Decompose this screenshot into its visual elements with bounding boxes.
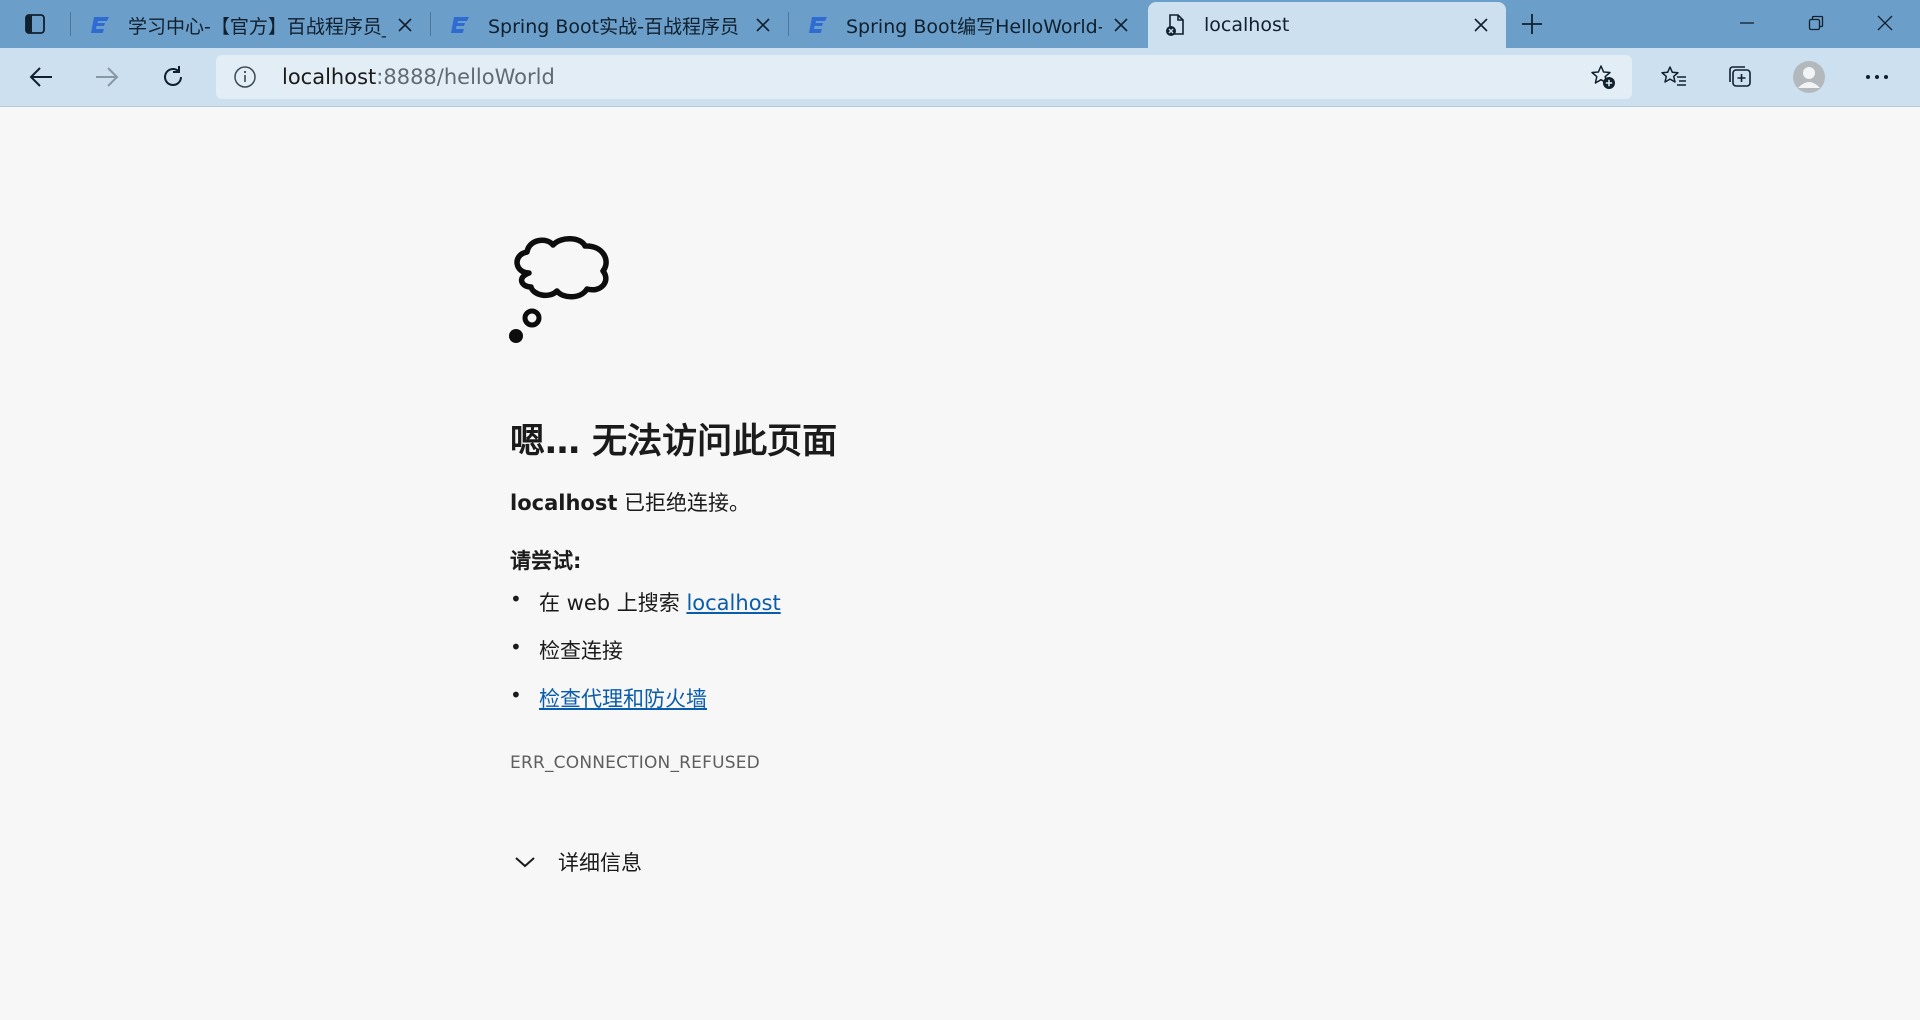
close-icon[interactable] [1110,14,1132,36]
new-tab-button[interactable] [1512,9,1552,39]
tab-separator [430,12,431,36]
profile-button[interactable] [1786,58,1832,96]
chevron-down-icon [514,850,544,874]
tab-title: localhost [1204,14,1290,36]
minimize-button[interactable] [1713,0,1781,46]
close-icon[interactable] [752,14,774,36]
restore-button[interactable] [1782,0,1850,46]
error-message-text: 已拒绝连接。 [617,491,751,515]
address-bar[interactable]: localhost:8888/helloWorld [216,55,1632,99]
forward-button[interactable] [84,58,130,96]
navigation-toolbar: localhost:8888/helloWorld [0,48,1920,107]
info-icon[interactable] [232,64,258,90]
back-arrow-icon [29,67,52,87]
bz-logo-icon [448,13,472,37]
bz-logo-icon [806,13,830,37]
search-suggestion-text: 在 web 上搜索 [539,591,687,615]
url-host: localhost [282,65,377,89]
list-item: 检查连接 [510,635,781,683]
details-label: 详细信息 [558,851,642,875]
tab-spring-boot-practice[interactable]: Spring Boot实战-百战程序员 [432,2,788,48]
collections-icon [1729,66,1751,87]
restore-icon [1808,15,1824,31]
error-page: 嗯… 无法访问此页面 localhost 已拒绝连接。 请尝试: 在 web 上… [0,107,1920,1020]
list-item: 检查代理和防火墙 [510,683,781,731]
error-host: localhost [510,491,618,515]
check-connection-text: 检查连接 [539,639,623,663]
check-proxy-firewall-link[interactable]: 检查代理和防火墙 [539,687,707,711]
page-title: 嗯… 无法访问此页面 [510,422,838,462]
tab-study-center[interactable]: 学习中心-【官方】百战程序员_IT [72,2,430,48]
back-button[interactable] [18,58,64,96]
avatar [1793,61,1825,93]
add-favorite-icon[interactable] [1588,63,1618,91]
error-message: localhost 已拒绝连接。 [510,487,750,517]
settings-more-button[interactable] [1854,58,1900,96]
tab-actions-button[interactable] [16,9,54,39]
favorites-icon [1661,66,1686,86]
tab-separator [788,12,789,36]
tab-title: Spring Boot实战-百战程序员 [488,15,739,38]
url-text[interactable]: localhost:8888/helloWorld [282,65,555,89]
tab-title: Spring Boot编写HelloWorld-【官 [846,15,1102,38]
refresh-button[interactable] [150,58,196,96]
plus-icon [1522,14,1542,34]
collections-button[interactable] [1717,58,1763,96]
refresh-icon [164,66,182,86]
try-heading: 请尝试: [510,549,582,573]
forward-arrow-icon [96,67,119,87]
tab-title: 学习中心-【官方】百战程序员_IT [128,15,386,38]
broken-page-icon [1164,13,1188,37]
tab-localhost[interactable]: localhost [1148,2,1506,48]
url-path: :8888/helloWorld [376,65,555,89]
close-icon[interactable] [1470,14,1492,36]
close-window-button[interactable] [1851,0,1919,46]
search-localhost-link[interactable]: localhost [686,591,780,615]
tab-actions-icon [25,14,45,34]
tab-strip: 学习中心-【官方】百战程序员_IT Spring Boot实战-百战程序员 Sp… [0,0,1920,48]
tab-separator [70,12,71,36]
list-item: 在 web 上搜索 localhost [510,587,781,635]
favorites-button[interactable] [1651,58,1697,96]
close-icon[interactable] [394,14,416,36]
details-toggle[interactable]: 详细信息 [510,847,642,877]
thought-cloud-icon [509,236,609,343]
error-code: ERR_CONNECTION_REFUSED [510,753,760,773]
bz-logo-icon [88,13,112,37]
close-icon [1877,15,1893,31]
suggestion-list: 在 web 上搜索 localhost 检查连接 检查代理和防火墙 [510,587,781,731]
minimize-icon [1740,22,1754,24]
tab-spring-boot-helloworld[interactable]: Spring Boot编写HelloWorld-【官 [790,2,1146,48]
more-icon [1866,75,1888,79]
